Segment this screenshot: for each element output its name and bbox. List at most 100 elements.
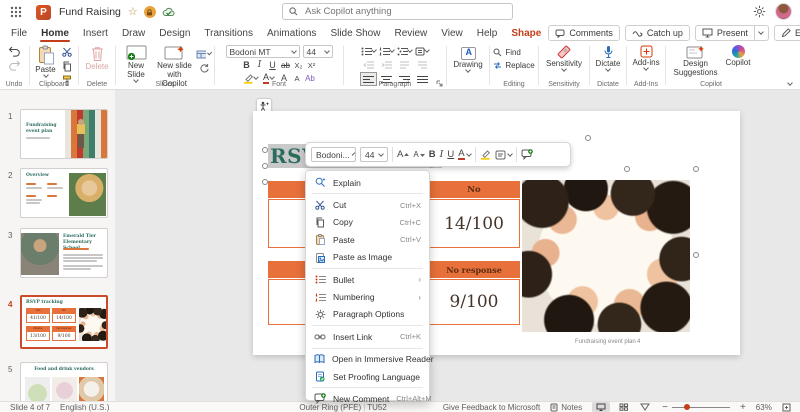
copilot-button[interactable]: Copilot [724,45,753,68]
kids-photo[interactable] [522,180,690,332]
tab-slide-show[interactable]: Slide Show [323,24,387,42]
tab-insert[interactable]: Insert [76,24,115,42]
redo-button[interactable] [7,59,22,71]
mini-new-comment-button[interactable] [521,149,533,160]
copy-button[interactable] [60,60,75,72]
menu-item-new-comment[interactable]: New CommentCtrl+Alt+M [306,390,429,407]
italic-button[interactable]: I [255,60,265,70]
menu-item-insert-link[interactable]: Insert LinkCtrl+K [306,328,429,345]
selection-handle[interactable] [624,166,630,172]
dictate-button[interactable]: Dictate [594,45,623,71]
search-input[interactable] [303,5,506,18]
selection-handle[interactable] [693,166,699,172]
tab-draw[interactable]: Draw [115,24,152,42]
tab-transitions[interactable]: Transitions [197,24,260,42]
left-to-right-button[interactable] [397,59,412,71]
slide-thumbnail-4-selected[interactable]: RSVP tracking Yes No 41/100 14/100 Maybe… [20,295,108,349]
zoom-slider-knob[interactable] [684,404,690,410]
mini-italic-button[interactable]: I [440,149,444,160]
table-header-no[interactable]: No [428,181,520,198]
mini-underline-button[interactable]: U [447,149,454,160]
drawing-button[interactable]: Drawing [451,47,484,72]
search-box[interactable] [282,3,513,20]
saved-cloud-icon[interactable] [162,7,176,17]
slide-thumbnail-2[interactable]: Overview [20,168,108,218]
user-avatar[interactable] [775,3,792,20]
mini-font-size-select[interactable]: 44 [360,147,388,162]
table-cell-no[interactable]: 14/100 [428,199,520,248]
comments-button[interactable]: Comments [548,25,620,41]
rotation-handle[interactable] [585,135,591,141]
tab-animations[interactable]: Animations [260,24,323,42]
mini-format-options-button[interactable] [495,150,512,160]
slide-counter[interactable]: Slide 4 of 7 [10,403,50,412]
underline-button[interactable]: U [268,60,278,70]
table-header-no-response[interactable]: No response [428,261,520,278]
table-cell-no-response[interactable]: 9/100 [428,279,520,325]
menu-item-copy[interactable]: CopyCtrl+C [306,214,429,231]
replace-button[interactable]: Replace [493,61,534,70]
undo-button[interactable] [7,45,22,57]
reset-button[interactable] [196,62,211,74]
mini-shrink-font-button[interactable]: A [413,150,424,159]
fit-to-window-button[interactable] [782,403,791,412]
mini-font-color-button[interactable]: A [458,149,470,161]
mini-font-name-select[interactable]: Bodoni... [311,147,356,162]
menu-item-set-proofing-language[interactable]: Set Proofing Language [306,368,429,385]
menu-item-explain[interactable]: Explain [306,174,429,191]
settings-gear-icon[interactable] [753,5,766,18]
mini-bold-button[interactable]: B [429,149,436,160]
multilevel-list-button[interactable] [397,45,412,57]
bold-button[interactable]: B [242,60,252,70]
document-title[interactable]: Fund Raising [59,6,121,18]
paragraph-dialog-launcher[interactable] [436,80,443,87]
slide-thumbnail-1[interactable]: Fundraising event plan [20,109,108,159]
present-dropdown[interactable] [755,25,769,41]
slide-thumbnail-3[interactable]: Emerald Tier Elementary School [20,228,108,278]
design-suggestions-button[interactable]: Design Suggestions [670,45,722,78]
language-indicator[interactable]: English (U.S.) [60,403,109,412]
mini-grow-font-button[interactable]: A [397,149,409,160]
notes-button[interactable]: Notes [550,403,582,412]
strikethrough-button[interactable]: ab [281,61,291,70]
right-to-left-button[interactable] [415,59,430,71]
menu-item-cut[interactable]: CutCtrl+X [306,196,429,213]
tab-home[interactable]: Home [34,24,76,42]
sensitivity-button[interactable]: Sensitivity [544,45,584,71]
normal-view-button[interactable] [592,402,610,412]
zoom-slider[interactable] [672,407,730,408]
increase-indent-button[interactable] [379,59,394,71]
text-direction-button[interactable] [415,45,430,57]
zoom-level[interactable]: 63% [756,403,772,412]
favorite-star-icon[interactable]: ☆ [128,7,138,18]
collapse-ribbon-chevron[interactable] [787,80,793,86]
menu-item-numbering[interactable]: Numbering› [306,288,429,305]
subscript-button[interactable]: X₂ [294,61,304,70]
tab-shape-contextual[interactable]: Shape [504,24,548,42]
tab-design[interactable]: Design [152,24,197,42]
cut-button[interactable] [60,46,75,58]
menu-item-paragraph-options[interactable]: Paragraph Options [306,306,429,323]
font-name-select[interactable]: Bodoni MT [226,45,300,58]
catch-up-button[interactable]: Catch up [625,25,690,41]
slide-sorter-view-button[interactable] [614,402,632,412]
layout-button[interactable] [196,48,211,60]
delete-button[interactable]: Delete [83,45,110,72]
editing-mode-button[interactable]: Editing [774,25,800,41]
selection-handle[interactable] [262,163,268,169]
zoom-out-button[interactable]: − [662,402,668,412]
decrease-indent-button[interactable] [361,59,376,71]
selection-handle[interactable] [693,252,699,258]
present-button[interactable]: Present [695,25,755,41]
zoom-in-button[interactable]: + [740,402,746,412]
menu-item-immersive-reader[interactable]: Open in Immersive Reader [306,351,429,368]
menu-item-paste-as-image[interactable]: Paste as Image [306,249,429,266]
selection-handle[interactable] [262,147,268,153]
app-launcher-icon[interactable] [8,4,24,20]
addins-button[interactable]: Add-ins [630,45,661,70]
tab-file[interactable]: File [4,24,34,42]
feedback-link[interactable]: Give Feedback to Microsoft [443,403,540,412]
tab-review[interactable]: Review [387,24,434,42]
find-button[interactable]: Find [493,48,521,57]
bullets-button[interactable] [361,45,376,57]
